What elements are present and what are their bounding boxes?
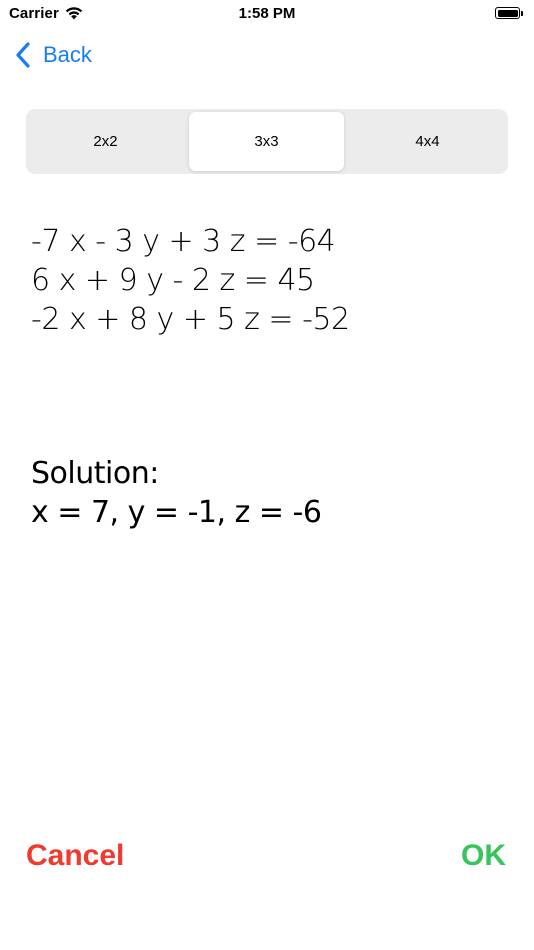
ok-button[interactable]: OK (461, 839, 506, 873)
segment-2x2[interactable]: 2x2 (28, 112, 183, 171)
equation-1: -7 x - 3 y + 3 z = -64 (31, 224, 335, 259)
clock: 1:58 PM (0, 5, 534, 22)
battery-cap (521, 11, 523, 16)
equation-3: -2 x + 8 y + 5 z = -52 (31, 302, 350, 337)
solution-value: x = 7, y = -1, z = -6 (31, 495, 321, 530)
segment-4x4[interactable]: 4x4 (350, 112, 505, 171)
battery-icon (495, 7, 520, 19)
segment-3x3-selected[interactable]: 3x3 (189, 112, 344, 171)
chevron-left-icon (15, 42, 31, 68)
back-label: Back (43, 42, 92, 68)
solution-title: Solution: (31, 456, 159, 491)
matrix-size-segmented-control: 2x2 3x3 4x4 (26, 109, 508, 174)
status-bar: Carrier 1:58 PM (0, 0, 534, 30)
equation-2: 6 x + 9 y - 2 z = 45 (31, 263, 315, 298)
cancel-button[interactable]: Cancel (26, 839, 124, 873)
back-button[interactable]: Back (15, 39, 92, 71)
